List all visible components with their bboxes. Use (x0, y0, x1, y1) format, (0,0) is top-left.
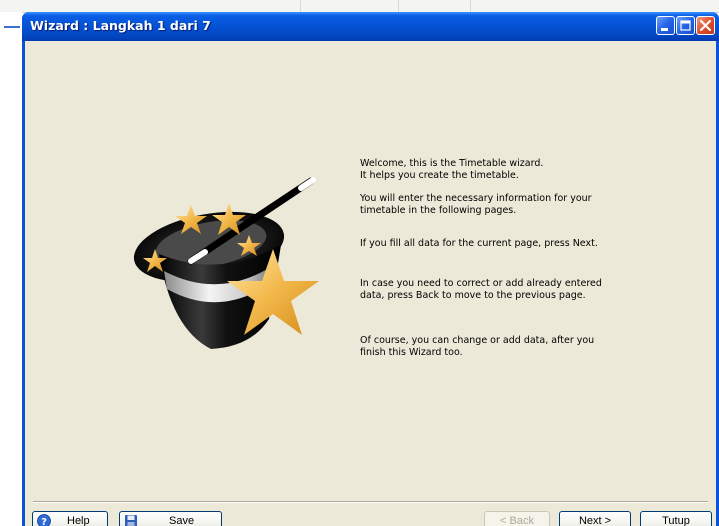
minimize-icon (661, 28, 668, 31)
window-title: Wizard : Langkah 1 dari 7 (30, 18, 211, 33)
back-button[interactable]: < Back (484, 511, 550, 526)
text-line: If you fill all data for the current pag… (360, 238, 598, 249)
text-line: You will enter the necessary information… (360, 193, 592, 204)
text-line: timetable in the following pages. (360, 204, 517, 216)
close-window-button[interactable] (696, 16, 715, 35)
footer-separator (33, 501, 708, 503)
text-line: It helps you create the timetable. (360, 169, 519, 181)
text-line: finish this Wizard too. (360, 346, 463, 358)
background-app-edge (0, 12, 22, 526)
info-paragraph: You will enter the necessary information… (360, 193, 630, 216)
title-bar[interactable]: Wizard : Langkah 1 dari 7 (22, 12, 719, 41)
background-mark (4, 26, 20, 28)
text-line: Welcome, this is the Timetable wizard. (360, 158, 544, 169)
background-divider (398, 0, 399, 12)
back-hint-paragraph: In case you need to correct or add alrea… (360, 278, 630, 301)
text-line: In case you need to correct or add alrea… (360, 278, 602, 289)
background-divider (300, 0, 301, 12)
text-line: data, press Back to move to the previous… (360, 289, 586, 301)
floppy-disk-icon (125, 515, 137, 526)
minimize-button[interactable] (656, 16, 675, 35)
next-label: Next > (578, 515, 612, 526)
close-icon (699, 19, 712, 32)
help-button[interactable]: ? Help (32, 511, 108, 526)
maximize-button[interactable] (676, 16, 695, 35)
back-label: < Back (500, 515, 534, 526)
magic-hat-icon (133, 177, 319, 349)
svg-text:?: ? (41, 517, 47, 526)
wizard-window: Wizard : Langkah 1 dari 7 Welcome, this … (22, 12, 719, 526)
tutup-label: Tutup (662, 515, 690, 526)
text-line: Of course, you can change or add data, a… (360, 335, 595, 346)
question-icon: ? (37, 514, 51, 526)
save-button[interactable]: Save (119, 511, 222, 526)
save-label: Save (169, 515, 195, 526)
finish-hint-paragraph: Of course, you can change or add data, a… (360, 335, 630, 358)
background-divider (470, 0, 471, 12)
wizard-body: Welcome, this is the Timetable wizard. I… (25, 41, 716, 526)
help-label: Help (67, 515, 90, 526)
next-button[interactable]: Next > (559, 511, 631, 526)
maximize-icon (680, 20, 691, 31)
welcome-paragraph: Welcome, this is the Timetable wizard. I… (360, 158, 630, 181)
next-hint-paragraph: If you fill all data for the current pag… (360, 238, 630, 250)
tutup-button[interactable]: Tutup (640, 511, 712, 526)
